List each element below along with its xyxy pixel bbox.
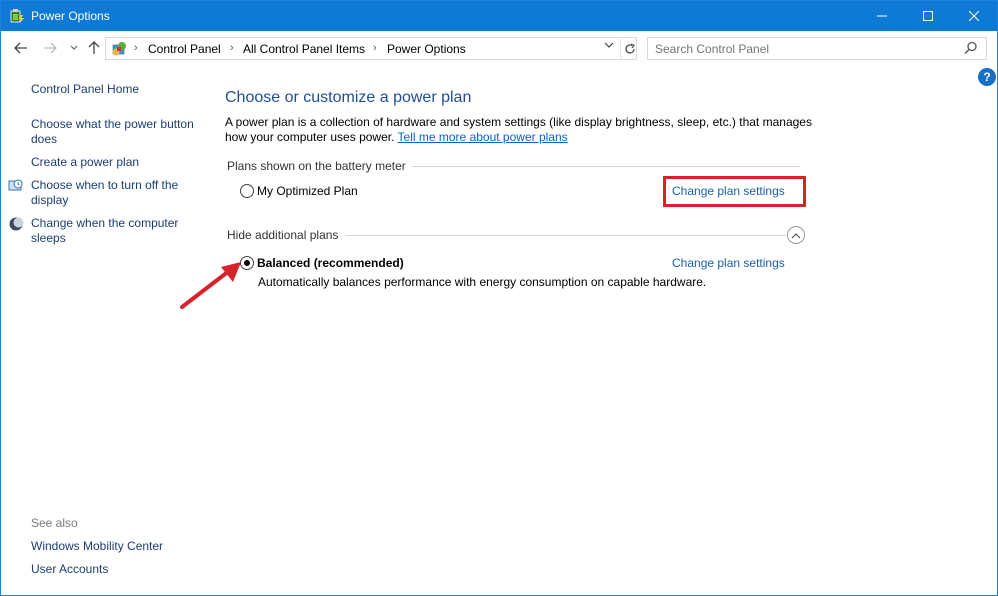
refresh-button[interactable]	[620, 39, 638, 59]
arrow-up-icon	[88, 41, 100, 54]
forward-button[interactable]	[41, 39, 59, 57]
see-also-heading: See also	[31, 516, 78, 530]
address-bar[interactable]: › Control Panel › All Control Panel Item…	[105, 37, 637, 60]
display-clock-icon	[8, 179, 23, 191]
breadcrumb-separator[interactable]: ›	[373, 42, 377, 54]
control-panel-icon	[112, 42, 126, 56]
search-icon[interactable]	[964, 41, 978, 55]
refresh-icon	[624, 43, 635, 54]
minimize-icon	[877, 15, 887, 17]
window-title: Power Options	[31, 9, 110, 23]
breadcrumb-all-items[interactable]: All Control Panel Items	[243, 42, 365, 56]
close-icon	[969, 11, 979, 21]
recent-locations-button[interactable]	[65, 39, 83, 57]
moon-icon	[9, 217, 24, 231]
breadcrumb-control-panel[interactable]: Control Panel	[148, 42, 221, 56]
windows-mobility-center-link[interactable]: Windows Mobility Center	[31, 539, 207, 554]
arrow-right-icon	[44, 42, 57, 54]
breadcrumb-separator[interactable]: ›	[230, 42, 234, 54]
page-title: Choose or customize a power plan	[225, 89, 472, 106]
main-content: Choose or customize a power plan A power…	[225, 65, 985, 595]
sidebar-item-computer-sleeps[interactable]: Change when the computer sleeps	[31, 216, 207, 246]
collapse-additional-plans-button[interactable]	[787, 226, 805, 244]
minimize-button[interactable]	[859, 1, 905, 31]
annotation-arrow-icon	[180, 262, 241, 309]
maximize-icon	[923, 11, 933, 21]
address-history-dropdown[interactable]	[604, 41, 614, 52]
power-options-window: Power Options › Control Panel › All Cont…	[0, 0, 998, 596]
user-accounts-link[interactable]: User Accounts	[31, 562, 207, 577]
battery-meter-group-label: Plans shown on the battery meter	[227, 159, 406, 173]
tell-me-more-link[interactable]: Tell me more about power plans	[398, 130, 568, 144]
chevron-up-icon	[791, 232, 801, 238]
control-panel-home-link[interactable]: Control Panel Home	[31, 82, 207, 97]
back-button[interactable]	[12, 39, 30, 57]
my-optimized-plan-radio[interactable]	[240, 184, 254, 198]
search-input[interactable]	[648, 38, 958, 59]
chevron-down-icon	[70, 45, 78, 50]
hide-additional-plans-label[interactable]: Hide additional plans	[227, 228, 338, 242]
search-box[interactable]	[647, 37, 987, 60]
up-button[interactable]	[85, 39, 103, 57]
breadcrumb-power-options[interactable]: Power Options	[387, 42, 466, 56]
title-bar: Power Options	[1, 1, 997, 31]
navigation-bar: › Control Panel › All Control Panel Item…	[1, 31, 997, 65]
left-task-pane: Control Panel Home Choose what the power…	[1, 65, 211, 595]
sidebar-item-power-button[interactable]: Choose what the power button does	[31, 117, 207, 147]
group-divider	[346, 235, 786, 236]
my-optimized-plan-label[interactable]: My Optimized Plan	[257, 184, 358, 198]
sidebar-item-create-plan[interactable]: Create a power plan	[31, 155, 207, 170]
balanced-plan-label[interactable]: Balanced (recommended)	[257, 256, 404, 270]
change-plan-settings-optimized-link[interactable]: Change plan settings	[672, 184, 785, 198]
breadcrumb-separator[interactable]: ›	[134, 42, 138, 54]
page-description: A power plan is a collection of hardware…	[225, 115, 815, 145]
balanced-plan-description: Automatically balances performance with …	[258, 275, 707, 289]
group-divider	[412, 166, 800, 167]
maximize-button[interactable]	[905, 1, 951, 31]
sidebar-item-turn-off-display[interactable]: Choose when to turn off the display	[31, 178, 207, 208]
arrow-left-icon	[14, 42, 27, 54]
close-button[interactable]	[951, 1, 997, 31]
power-options-app-icon	[10, 9, 24, 23]
change-plan-settings-balanced-link[interactable]: Change plan settings	[672, 256, 785, 270]
chevron-down-icon	[604, 42, 614, 48]
